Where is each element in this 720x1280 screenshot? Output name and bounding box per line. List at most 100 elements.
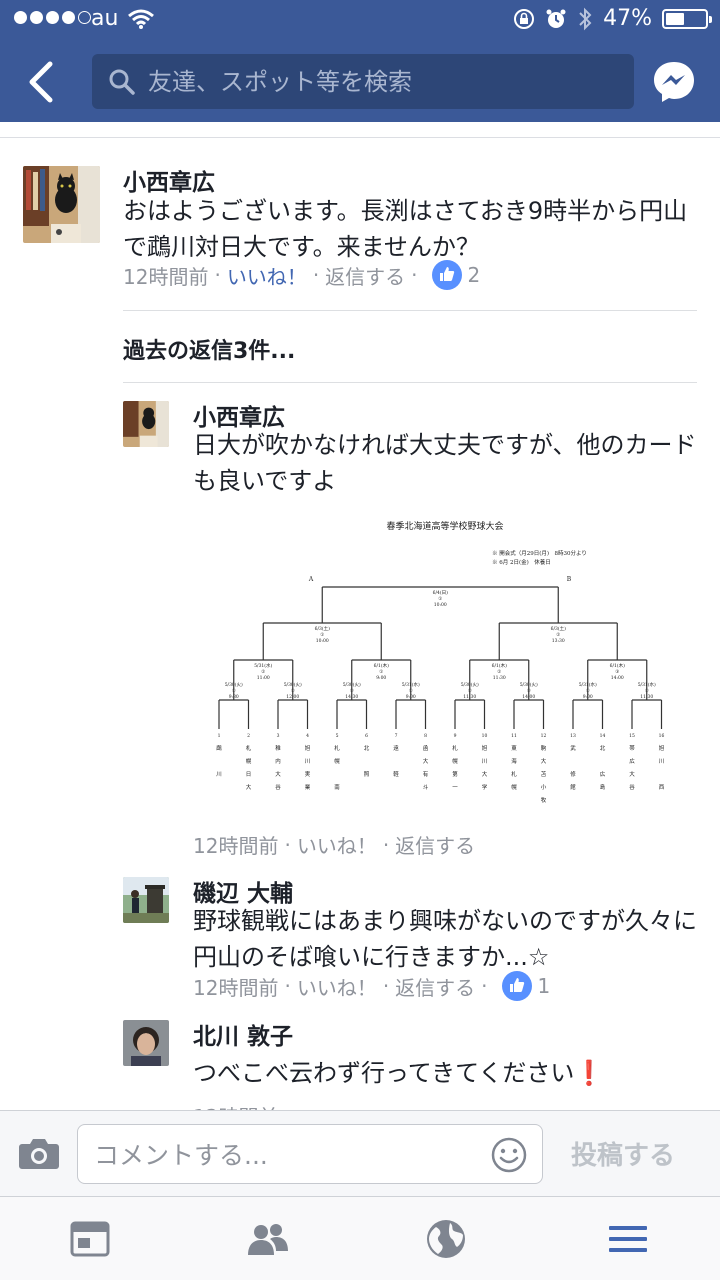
reply-time: 12時間前	[193, 975, 279, 1000]
bracket-team-name: 大	[246, 783, 252, 791]
bracket-team-name: 鵡	[216, 744, 222, 752]
comment-field[interactable]	[77, 1124, 543, 1184]
comment-input[interactable]	[94, 1135, 474, 1175]
bracket-team-name: 一	[452, 785, 458, 791]
bracket-team-number: 9	[454, 733, 457, 739]
bracket-team-name: 函	[423, 744, 429, 752]
bracket-team-name: 牧	[541, 796, 547, 804]
comment-text: おはようございます。長渕はさておき9時半から円山で鵡川対日大です。来ませんか？	[123, 197, 688, 261]
bracket-team-number: 2	[247, 733, 250, 739]
divider	[123, 310, 697, 311]
search-input[interactable]	[148, 62, 618, 102]
reply-text: つべこべ云わず行ってきてください❗	[193, 1059, 605, 1087]
bracket-team-name: 川	[659, 759, 665, 765]
post-button[interactable]: 投稿する	[571, 1135, 675, 1172]
comment-thread: 小西章広 おはようございます。長渕はさておき9時半から円山で鵡川対日大です。来ま…	[0, 139, 720, 1110]
bracket-team-number: 16	[659, 733, 665, 739]
messenger-icon[interactable]	[652, 60, 696, 104]
comment-meta: 12時間前 · いいね！ · 返信する · 2	[123, 260, 480, 290]
divider	[123, 382, 697, 383]
bracket-team-name: 広	[600, 770, 606, 778]
like-count-icon[interactable]	[501, 971, 532, 1001]
reply-link[interactable]: 返信する	[325, 261, 405, 290]
like-link[interactable]: いいね！	[297, 972, 377, 1001]
reply-time: 12時間前	[193, 1101, 278, 1110]
bracket-team-number: 13	[570, 733, 576, 739]
bracket-team-name: 大	[629, 770, 635, 778]
carrier-label: au	[91, 6, 119, 31]
bracket-team-name: 業	[305, 783, 311, 791]
bracket-note: ※ 6月 2日(金) 休養日	[492, 558, 551, 566]
bracket-team-number: 12	[541, 733, 547, 739]
bracket-game-time: 9:00	[376, 675, 386, 681]
search-bar[interactable]	[92, 54, 634, 109]
bracket-team-name: 幌	[452, 757, 458, 765]
bracket-team-name: 北	[600, 744, 606, 752]
back-icon[interactable]	[22, 58, 62, 106]
bracket-game-date: 6/3(土)	[315, 625, 330, 632]
rotation-lock-icon	[514, 8, 535, 29]
bracket-game-number: ②	[497, 669, 502, 675]
wifi-icon	[128, 9, 154, 29]
bracket-game-date: 5/31(水)	[254, 662, 272, 669]
reply-author[interactable]: 北川 敦子	[193, 1017, 293, 1051]
top-bar: au 47%	[0, 0, 720, 122]
bracket-team-name: 苫	[541, 770, 547, 778]
bracket-game-number: ②	[556, 632, 561, 638]
notifications-globe-icon[interactable]	[424, 1217, 468, 1261]
bracket-team-name: 旭	[305, 744, 311, 752]
friend-requests-icon[interactable]	[246, 1217, 290, 1261]
signal-strength-icon	[14, 11, 91, 24]
reply-link[interactable]: 返信する	[395, 830, 475, 859]
bracket-title: 春季北海道高等学校野球大会	[386, 520, 503, 532]
bracket-team-number: 6	[365, 733, 368, 739]
avatar[interactable]	[123, 877, 169, 923]
bracket-team-name: 日	[246, 771, 252, 778]
bracket-team-name: 有	[423, 770, 429, 778]
search-icon	[109, 69, 135, 95]
reply-text: 日大が吹かなければ大丈夫ですが、他のカードも良いですよ	[193, 431, 697, 495]
bracket-final-date: 6/4(日)	[433, 589, 448, 596]
bracket-team-name: 広	[629, 757, 635, 765]
bracket-final-time: 10:00	[434, 602, 447, 608]
bracket-game-time: 11:30	[493, 675, 506, 681]
bracket-note: ※ 開会式（月29日(月) 8時30分より	[492, 549, 587, 557]
comment-time: 12時間前	[123, 264, 209, 289]
bracket-side-label: A	[308, 576, 314, 583]
bracket-team-name: 帯	[629, 744, 635, 752]
bracket-team-name: 学	[482, 783, 488, 791]
bracket-team-name: 島	[600, 783, 606, 791]
like-link[interactable]: いいね！	[297, 830, 377, 859]
previous-replies-link[interactable]: 過去の返信3件...	[123, 333, 295, 365]
bracket-team-name: 軽	[393, 770, 399, 778]
avatar[interactable]	[123, 401, 169, 447]
bracket-team-name: 第	[452, 770, 458, 778]
bracket-team-name: 武	[570, 744, 576, 752]
bracket-team-name: 谷	[629, 783, 635, 791]
camera-icon[interactable]	[18, 1135, 60, 1171]
bracket-team-name: 札	[511, 770, 517, 778]
bracket-team-number: 8	[424, 733, 427, 739]
like-link[interactable]: いいね！	[227, 261, 307, 290]
status-bar: au 47%	[0, 0, 720, 40]
tournament-bracket-image[interactable]: 春季北海道高等学校野球大会 ※ 開会式（月29日(月) 8時30分より※ 6月 2…	[195, 517, 695, 817]
emoji-icon[interactable]	[490, 1136, 528, 1174]
bracket-team-name: 駒	[541, 744, 547, 752]
news-feed-icon[interactable]	[68, 1217, 112, 1261]
bracket-team-name: 小	[541, 783, 547, 791]
bracket-game-time: 11:00	[257, 675, 270, 681]
bracket-team-name: 内	[275, 757, 281, 765]
comment-author[interactable]: 小西章広	[123, 163, 215, 197]
bracket-game-number: ②	[261, 669, 266, 675]
bracket-final-number: ①	[438, 596, 443, 602]
menu-icon[interactable]	[606, 1217, 650, 1261]
bracket-team-name: 南	[334, 783, 340, 791]
like-count-icon[interactable]	[431, 260, 462, 290]
bracket-team-number: 7	[395, 733, 398, 739]
bracket-team-name: 大	[275, 770, 281, 778]
bracket-team-name: 谷	[275, 783, 281, 791]
avatar[interactable]	[23, 166, 100, 243]
reply-link[interactable]: 返信する	[395, 972, 475, 1001]
alarm-icon	[546, 9, 566, 28]
avatar[interactable]	[123, 1020, 169, 1066]
